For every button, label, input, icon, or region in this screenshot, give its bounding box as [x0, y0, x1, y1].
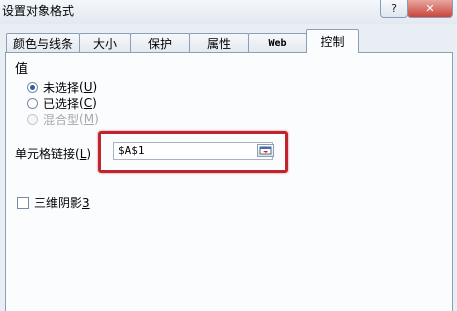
cell-link-label: 单元格链接(L) [15, 145, 91, 162]
collapse-dialog-button[interactable] [257, 144, 274, 157]
radio-unchecked[interactable]: 未选择 (U) [27, 79, 97, 95]
radio-hotkey: U [83, 80, 93, 94]
control-panel: 值 未选择 (U) 已选择 (C) 混合型 (M) 单元格链接(L) $A$1 … [5, 52, 453, 311]
help-button[interactable]: ? [380, 0, 408, 18]
shading-hotkey: 3 [82, 195, 90, 210]
tab-properties[interactable]: 属性 [189, 33, 249, 52]
radio-hotkey: C [83, 96, 93, 110]
title-bar: 设置对象格式 ? ✕ [0, 0, 457, 24]
tab-label: 保护 [147, 36, 172, 51]
value-group-label: 值 [15, 62, 29, 77]
close-icon: ✕ [425, 2, 435, 15]
cell-link-input[interactable]: $A$1 [113, 142, 273, 160]
tab-colors-lines[interactable]: 颜色与线条 [6, 33, 80, 52]
tab-label: 控制 [320, 35, 345, 49]
radio-hotkey-close: ) [92, 80, 98, 94]
collapse-dialog-icon [259, 146, 272, 155]
tab-label: 大小 [92, 36, 117, 51]
tab-label: 属性 [206, 36, 231, 51]
radio-label: 混合型 [43, 112, 80, 127]
close-button[interactable]: ✕ [407, 0, 453, 18]
radio-button[interactable] [27, 97, 38, 109]
radio-hotkey-close: ) [94, 112, 99, 126]
shading-label: 三维阴影 [34, 196, 83, 210]
hotkey-close: ) [86, 147, 92, 161]
checkbox[interactable] [17, 196, 29, 209]
radio-hotkey-close: ) [92, 96, 97, 110]
radio-label: 未选择 [43, 80, 80, 95]
tab-protection[interactable]: 保护 [130, 33, 190, 52]
radio-button[interactable] [27, 81, 38, 93]
tab-label: 颜色与线条 [12, 36, 73, 51]
tab-web[interactable]: Web [248, 33, 307, 52]
dialog-title: 设置对象格式 [2, 4, 75, 18]
cell-link-text: 单元格链接 [15, 147, 76, 161]
tab-label: Web [268, 37, 287, 49]
radio-mixed: 混合型 (M) [27, 111, 99, 127]
radio-label: 已选择 [43, 96, 80, 111]
tab-strip: 颜色与线条 大小 保护 属性 Web 控制 [0, 28, 457, 53]
radio-hotkey: M [83, 112, 95, 126]
tab-control[interactable]: 控制 [306, 29, 359, 53]
radio-checked[interactable]: 已选择 (C) [27, 95, 97, 111]
radio-button [27, 113, 38, 125]
shading-option[interactable]: 三维阴影 3 [17, 194, 90, 211]
tab-size[interactable]: 大小 [79, 33, 131, 52]
help-icon: ? [391, 2, 397, 15]
